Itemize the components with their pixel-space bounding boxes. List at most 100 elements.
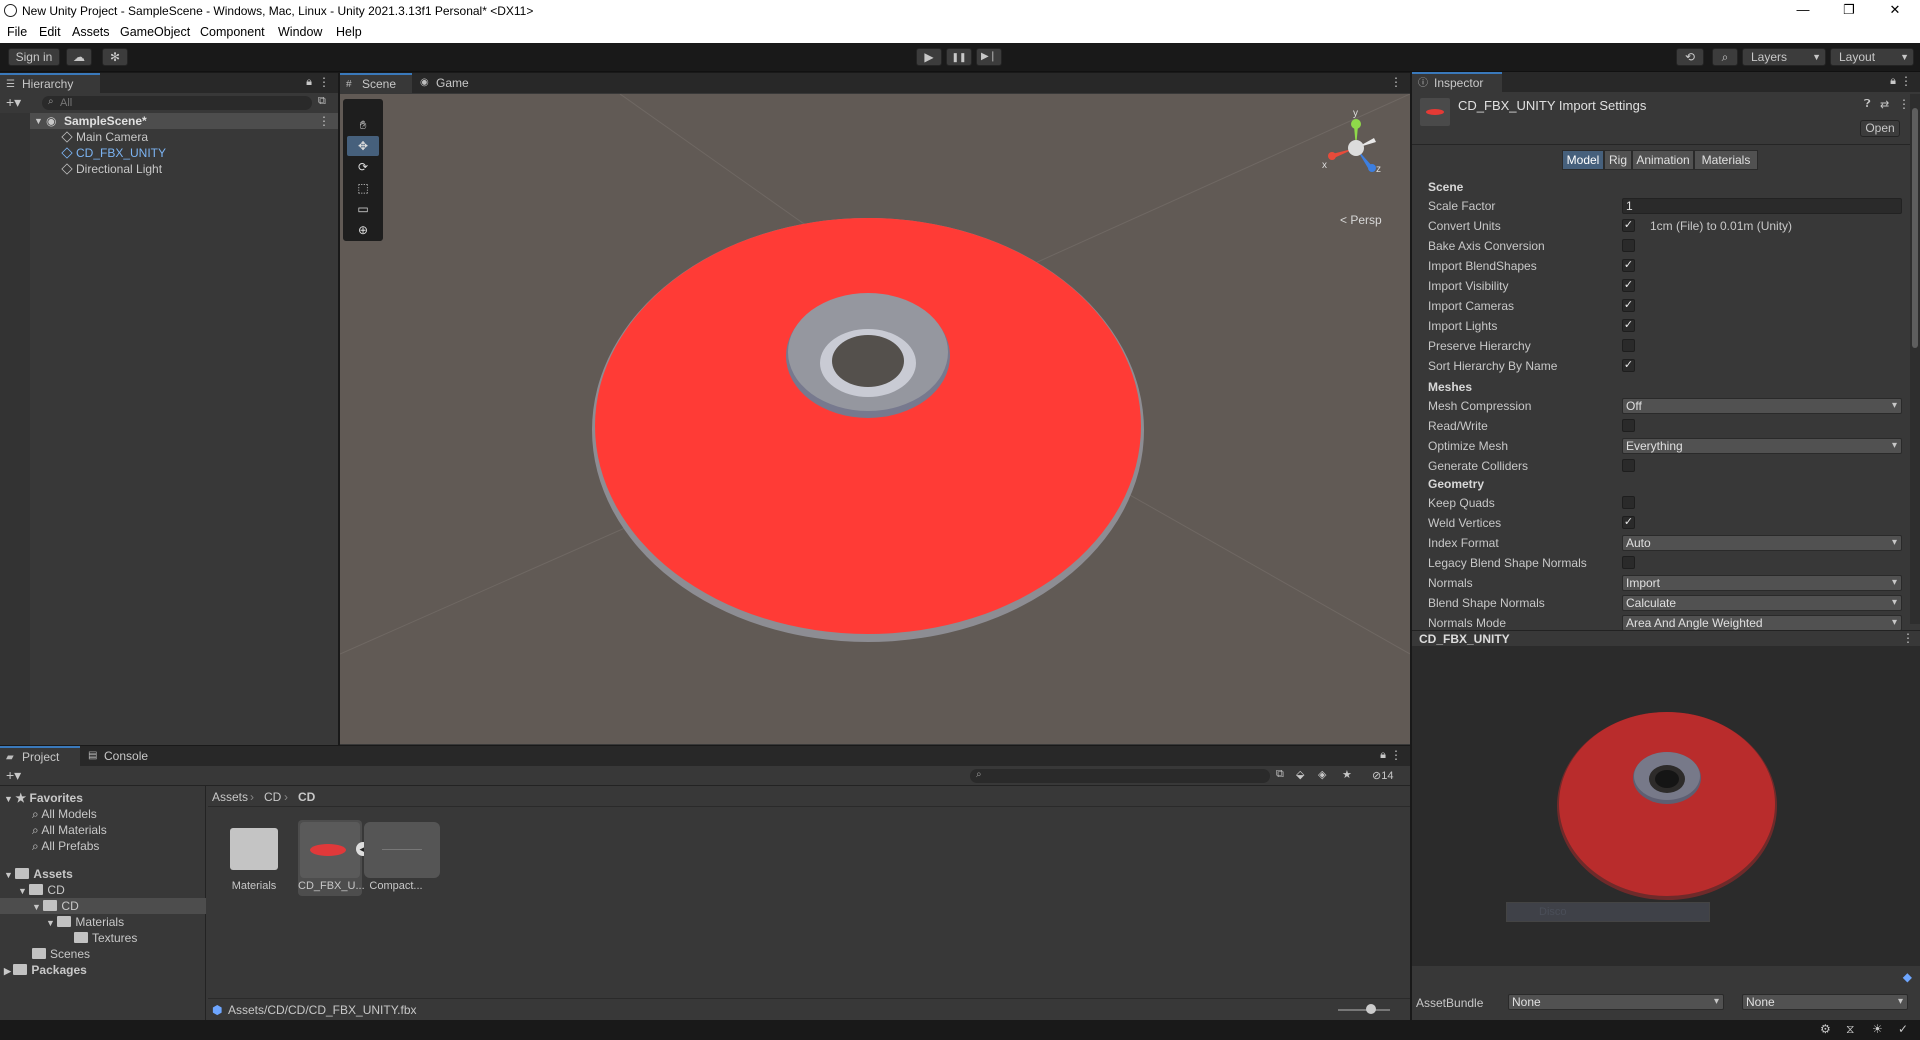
scene-row[interactable]: ▼ ◉ SampleScene* ⋮	[0, 113, 338, 129]
list-item[interactable]: Main Camera	[0, 129, 338, 145]
preset-icon[interactable]: ⇄	[1880, 98, 1889, 111]
collab-icon[interactable]: ✻	[102, 48, 128, 66]
dropdown[interactable]: Calculate	[1622, 595, 1902, 611]
add-icon[interactable]: +▾	[6, 767, 21, 784]
filter-icon[interactable]: ⧉	[318, 95, 326, 108]
hand-tool-icon[interactable]: ✋︎	[347, 115, 379, 135]
progress-icon[interactable]: ⧖	[1846, 1022, 1854, 1037]
layout-dropdown[interactable]: Layout ▼	[1830, 48, 1914, 66]
tree-item[interactable]: ▼ CD	[18, 882, 65, 898]
label-filter-icon[interactable]: ◈	[1318, 768, 1326, 781]
tree-item[interactable]: ▼ Materials	[46, 914, 124, 930]
more-icon[interactable]: ⋮	[318, 75, 330, 89]
tree-item[interactable]: ▼ CD	[0, 898, 206, 914]
tab-project[interactable]: ▰ Project	[0, 746, 80, 766]
tab-console[interactable]: ▤ Console	[82, 746, 162, 766]
minimize-button[interactable]: —	[1780, 0, 1826, 22]
more-icon[interactable]: ⋮	[1898, 97, 1910, 111]
tab-model[interactable]: Model	[1562, 150, 1604, 170]
zoom-slider[interactable]	[1338, 1009, 1390, 1011]
restore-button[interactable]: ❐	[1826, 0, 1872, 22]
checkbox[interactable]	[1622, 339, 1635, 352]
cloud-icon[interactable]: ☁	[66, 48, 92, 66]
checkbox[interactable]: ✓	[1622, 219, 1635, 232]
checkbox[interactable]	[1622, 239, 1635, 252]
checkbox[interactable]: ✓	[1622, 279, 1635, 292]
tree-item[interactable]: Textures	[74, 930, 137, 946]
sign-in-button[interactable]: Sign in	[8, 48, 60, 66]
move-tool-icon[interactable]: ✥	[347, 136, 379, 156]
tree-item[interactable]: ⌕ All Models	[32, 806, 97, 822]
cd-disc[interactable]	[595, 218, 1141, 634]
hidden-packages-icon[interactable]: ⊘14	[1372, 769, 1393, 782]
menu-edit[interactable]: Edit	[39, 25, 61, 39]
step-button[interactable]: ▶❘	[976, 48, 1002, 66]
preview-canvas[interactable]	[1552, 710, 1782, 910]
help-icon[interactable]: ❓︎	[1864, 98, 1871, 111]
tree-item[interactable]: ⌕ All Prefabs	[32, 838, 99, 854]
add-icon[interactable]: +▾	[6, 94, 21, 111]
asset-materials-folder[interactable]: Materials	[222, 828, 286, 892]
persp-label[interactable]: < Persp	[1340, 213, 1382, 227]
menu-window[interactable]: Window	[278, 25, 322, 39]
hierarchy-search-input[interactable]: All	[42, 96, 312, 110]
list-item[interactable]: Directional Light	[0, 161, 338, 177]
tree-item[interactable]: ▶ Packages	[4, 962, 87, 978]
project-search-input[interactable]	[970, 769, 1270, 783]
tab-materials[interactable]: Materials	[1694, 150, 1758, 170]
checkbox[interactable]	[1622, 419, 1635, 432]
scale-tool-icon[interactable]: ⬚	[347, 178, 379, 198]
dropdown[interactable]: Import	[1622, 575, 1902, 591]
layers-dropdown[interactable]: Layers ▼	[1742, 48, 1826, 66]
pause-button[interactable]: ❚❚	[946, 48, 972, 66]
more-icon[interactable]: ⋮	[1900, 74, 1912, 88]
dropdown[interactable]: Area And Angle Weighted	[1622, 615, 1902, 631]
more-icon[interactable]: ⋮	[1902, 631, 1914, 645]
favorites-row[interactable]: ▼ ★ Favorites	[4, 790, 83, 806]
more-icon[interactable]: ⋮	[318, 113, 330, 129]
tree-item[interactable]: ⌕ All Materials	[32, 822, 107, 838]
bake-icon[interactable]: ☀	[1872, 1022, 1883, 1036]
assetbundle-variant-dropdown[interactable]: None	[1742, 994, 1908, 1010]
tab-rig[interactable]: Rig	[1604, 150, 1632, 170]
checkbox[interactable]: ✓	[1622, 319, 1635, 332]
checkbox[interactable]	[1622, 459, 1635, 472]
asset-compact-mesh[interactable]: Compact...	[364, 820, 440, 892]
menu-assets[interactable]: Assets	[72, 25, 110, 39]
checkbox[interactable]	[1622, 556, 1635, 569]
tab-scene[interactable]: # Scene	[340, 73, 412, 93]
checkbox[interactable]: ✓	[1622, 259, 1635, 272]
tree-item[interactable]: Scenes	[32, 946, 90, 962]
check-icon[interactable]: ✓	[1898, 1022, 1908, 1036]
rect-tool-icon[interactable]: ▭	[347, 199, 379, 219]
search-icon[interactable]: ⌕	[1712, 48, 1738, 66]
menu-file[interactable]: File	[7, 25, 27, 39]
tab-animation[interactable]: Animation	[1632, 150, 1694, 170]
checkbox[interactable]: ✓	[1622, 516, 1635, 529]
menu-gameobject[interactable]: GameObject	[120, 25, 190, 39]
asset-cd-model[interactable]: CD_FBX_U...	[298, 820, 365, 896]
checkbox[interactable]: ✓	[1622, 299, 1635, 312]
open-button[interactable]: Open	[1860, 120, 1900, 137]
lock-icon[interactable]: 🔒︎	[1380, 749, 1386, 762]
list-item[interactable]: CD_FBX_UNITY	[0, 145, 338, 161]
play-button[interactable]: ▶	[916, 48, 942, 66]
scene-viewport[interactable]: ✋︎ ✥ ⟳ ⬚ ▭ ⊕ y x z < Persp	[340, 94, 1410, 744]
dropdown[interactable]: Off	[1622, 398, 1902, 414]
search-filter-icon[interactable]: ⧉	[1276, 768, 1284, 781]
menu-help[interactable]: Help	[336, 25, 362, 39]
checkbox[interactable]	[1622, 496, 1635, 509]
rotate-tool-icon[interactable]: ⟳	[347, 157, 379, 177]
inspector-scrollbar[interactable]	[1910, 94, 1920, 624]
tab-hierarchy[interactable]: ☰ Hierarchy	[0, 73, 100, 93]
breadcrumb-item[interactable]: Assets	[212, 790, 248, 804]
assetbundle-dropdown[interactable]: None	[1508, 994, 1724, 1010]
tree-item[interactable]: ▼ Assets	[4, 866, 73, 882]
history-icon[interactable]: ⟲	[1676, 48, 1704, 66]
favorite-star-icon[interactable]: ★	[1342, 768, 1352, 781]
orientation-gizmo[interactable]	[1316, 108, 1396, 186]
breadcrumb-item[interactable]: CD	[264, 790, 281, 804]
dropdown[interactable]: Everything	[1622, 438, 1902, 454]
tab-inspector[interactable]: ⓘ Inspector	[1412, 72, 1502, 92]
bug-icon[interactable]: ⚙	[1820, 1022, 1831, 1036]
